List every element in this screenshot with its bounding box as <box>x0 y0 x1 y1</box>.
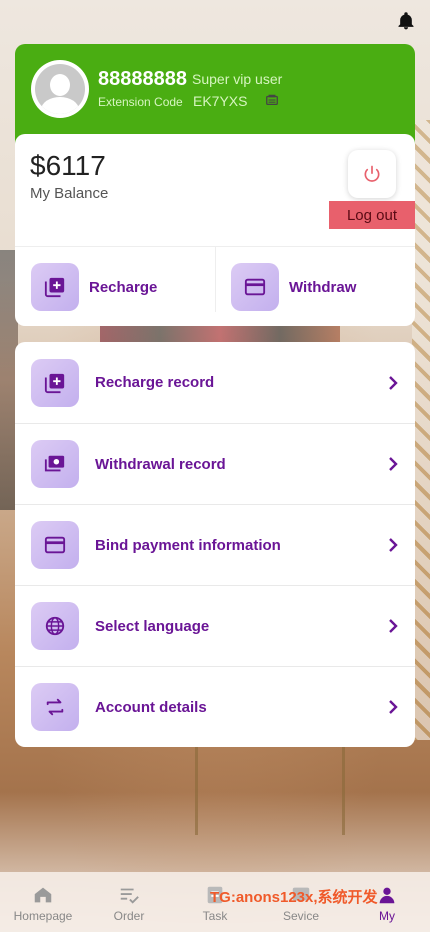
nav-item-order[interactable]: Order <box>86 872 172 932</box>
menu-list: Recharge record Withdrawal record Bind p… <box>15 342 415 747</box>
chevron-right-icon <box>389 538 398 552</box>
order-icon <box>120 888 139 904</box>
swap-icon <box>31 683 79 731</box>
balance-amount: $6117 <box>30 150 106 181</box>
copy-icon[interactable] <box>265 93 279 107</box>
watermark-text: TG:anons123x,系统开发 <box>210 889 378 906</box>
extension-code: EK7YXS <box>193 93 248 109</box>
nav-item-homepage[interactable]: Homepage <box>0 872 86 932</box>
bell-icon[interactable] <box>396 10 416 32</box>
recharge-button[interactable]: Recharge <box>31 262 157 312</box>
menu-item-withdrawal-record[interactable]: Withdrawal record <box>15 423 415 504</box>
nav-label: My <box>379 909 395 923</box>
nav-label: Homepage <box>13 909 73 923</box>
avatar[interactable] <box>31 60 89 118</box>
add-box-icon <box>31 263 79 311</box>
menu-item-label: Select language <box>95 617 210 635</box>
menu-item-recharge-record[interactable]: Recharge record <box>15 342 415 423</box>
vip-level: Super vip user <box>192 71 283 87</box>
withdraw-button[interactable]: Withdraw <box>231 262 356 312</box>
user-icon <box>379 887 395 904</box>
nav-label: Task <box>202 909 228 923</box>
balance-label: My Balance <box>30 185 109 202</box>
divider <box>215 246 216 312</box>
logout-button[interactable]: Log out <box>329 201 415 229</box>
add-box-icon <box>31 358 79 407</box>
menu-item-bind-payment[interactable]: Bind payment information <box>15 504 415 585</box>
extension-code-label: Extension Code <box>98 95 183 109</box>
chevron-right-icon <box>389 457 398 471</box>
home-icon <box>34 887 52 903</box>
chevron-right-icon <box>389 619 398 633</box>
withdraw-label: Withdraw <box>289 278 357 296</box>
card-icon <box>31 521 79 569</box>
menu-item-label: Account details <box>95 698 207 716</box>
menu-item-label: Withdrawal record <box>95 455 226 473</box>
chevron-right-icon <box>389 700 398 714</box>
recharge-label: Recharge <box>89 278 158 296</box>
globe-icon <box>31 602 79 650</box>
chevron-right-icon <box>389 375 398 390</box>
user-id: 88888888 <box>98 68 187 90</box>
balance-card: $6117 My Balance Log out Recharge Withdr… <box>15 134 415 326</box>
card-icon <box>231 263 279 311</box>
menu-item-account-details[interactable]: Account details <box>15 666 415 747</box>
power-icon <box>364 165 380 182</box>
money-icon <box>31 440 79 488</box>
menu-item-label: Bind payment information <box>95 536 281 554</box>
top-bar <box>0 0 430 44</box>
nav-label: Order <box>113 909 145 923</box>
avatar-placeholder-icon <box>35 64 85 114</box>
nav-label: Sevice <box>282 909 320 923</box>
background-table <box>195 745 345 835</box>
menu-item-label: Recharge record <box>95 374 215 391</box>
menu-item-select-language[interactable]: Select language <box>15 585 415 666</box>
power-button[interactable] <box>348 150 396 198</box>
